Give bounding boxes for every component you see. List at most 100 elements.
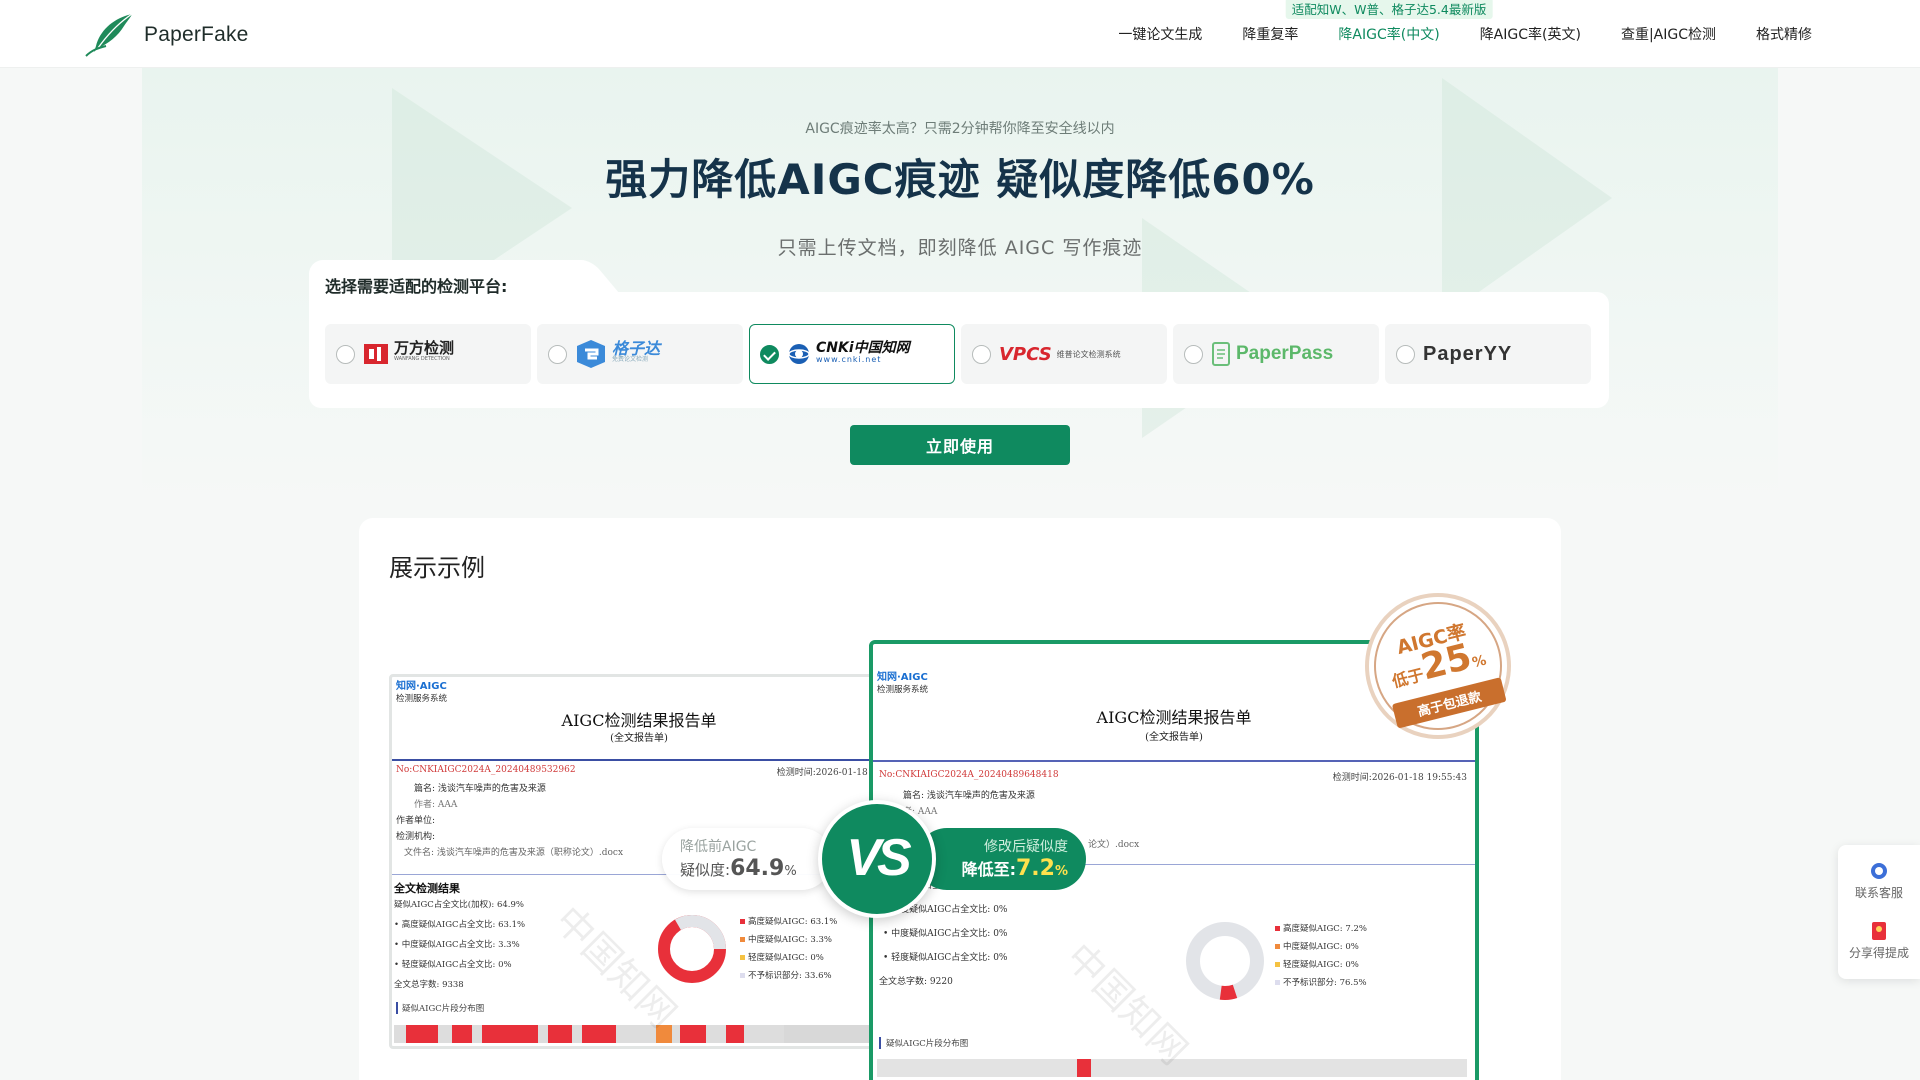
red-packet-icon bbox=[1872, 922, 1886, 940]
radio-icon[interactable] bbox=[336, 344, 355, 364]
platform-sub: WANFANG DETECTION bbox=[394, 356, 450, 362]
wanfang-logo-icon bbox=[364, 344, 388, 364]
stat-line: 疑似AIGC占全文比(加权): 64.9% bbox=[394, 900, 524, 910]
meta-file: 论文）.docx bbox=[1088, 840, 1140, 850]
report-subtitle: (全文报告单) bbox=[1145, 732, 1203, 743]
radio-icon[interactable] bbox=[548, 344, 567, 364]
after-value-label: 降低至: bbox=[961, 860, 1016, 879]
floating-panel: 联系客服 分享得提成 bbox=[1838, 845, 1920, 979]
meta-title: 篇名: 浅谈汽车噪声的危害及来源 bbox=[414, 784, 546, 794]
radio-icon[interactable] bbox=[972, 344, 991, 364]
report-brand-name: 知网·AIGC bbox=[877, 672, 928, 683]
use-now-button[interactable]: 立即使用 bbox=[850, 425, 1070, 465]
stat-line: • 中度疑似AIGC占全文比: 3.3% bbox=[394, 940, 520, 950]
gezida-logo-icon bbox=[577, 340, 605, 368]
platform-option-wanfang[interactable]: 万方检测 WANFANG DETECTION bbox=[325, 324, 531, 384]
report-brand: 知网·AIGC 检测服务系统 bbox=[877, 672, 928, 696]
report-system: 检测服务系统 bbox=[396, 694, 448, 704]
nav-reduce-aigc-en[interactable]: 降AIGC率(英文) bbox=[1480, 24, 1581, 44]
example-title: 展示示例 bbox=[389, 554, 485, 582]
chart-legend: 高度疑似AIGC: 63.1% 中度疑似AIGC: 3.3% 轻度疑似AIGC:… bbox=[740, 913, 837, 985]
meta-unit: 作者单位: bbox=[396, 816, 436, 826]
meta-author: 者: AAA bbox=[903, 807, 938, 817]
nav-reduce-duplicate[interactable]: 降重复率 bbox=[1242, 24, 1298, 44]
divider bbox=[873, 760, 1475, 762]
radio-icon[interactable] bbox=[1396, 344, 1415, 364]
result-section-title: 全文检测结果 bbox=[394, 882, 460, 895]
document-icon bbox=[1212, 342, 1230, 366]
stamp-line2a: 低于 bbox=[1390, 665, 1426, 692]
report-brand-name: 知网·AIGC bbox=[396, 681, 447, 692]
stamp-line2c: % bbox=[1470, 652, 1489, 672]
platform-label: 选择需要适配的检测平台: bbox=[325, 277, 508, 296]
platform-name: 万方检测 bbox=[394, 339, 455, 357]
nav-format-polish[interactable]: 格式精修 bbox=[1756, 24, 1812, 44]
meta-file: 文件名: 浅谈汽车噪声的危害及来源（职称论文）.docx bbox=[404, 848, 624, 858]
watermark: 中国知网 bbox=[1057, 934, 1196, 1074]
brand-logo[interactable]: PaperFake bbox=[84, 12, 249, 58]
wanfang-logo: 万方检测 WANFANG DETECTION bbox=[363, 339, 455, 365]
share-reward-button[interactable]: 分享得提成 bbox=[1838, 921, 1920, 961]
after-value: 7.2 bbox=[1015, 856, 1055, 881]
legend-item: 高度疑似AIGC: 7.2% bbox=[1283, 924, 1367, 934]
after-label: 修改后疑似度 bbox=[984, 839, 1068, 855]
platform-name: CNKi中国知网 bbox=[816, 340, 910, 356]
nav-check-aigc[interactable]: 查重|AIGC检测 bbox=[1621, 24, 1716, 44]
vs-icon: VS bbox=[818, 800, 936, 918]
platform-option-paperyy[interactable]: PaperYY bbox=[1385, 324, 1591, 384]
chart-legend: 高度疑似AIGC: 7.2% 中度疑似AIGC: 0% 轻度疑似AIGC: 0%… bbox=[1275, 920, 1367, 992]
example-section: 展示示例 知网·AIGC 检测服务系统 AIGC检测结果报告单 (全文报告单) … bbox=[359, 518, 1561, 1080]
meta-title: 篇名: 浅谈汽车噪声的危害及来源 bbox=[903, 791, 1035, 801]
nav-reduce-aigc-cn[interactable]: 适配知W、W普、格子达5.4最新版 降AIGC率(中文) bbox=[1285, 0, 1493, 44]
meta-author: 作者: AAA bbox=[414, 800, 458, 810]
after-unit: % bbox=[1054, 864, 1068, 879]
platform-name: VPCS bbox=[999, 343, 1052, 365]
dist-title: 疑似AIGC片段分布图 bbox=[396, 1002, 484, 1014]
platform-list: 万方检测 WANFANG DETECTION 格子达 免费论文检测 CNKi中国… bbox=[325, 324, 1591, 384]
feather-logo-icon bbox=[85, 13, 133, 57]
hero-tagline: AIGC痕迹率太高？只需2分钟帮你降至安全线以内 bbox=[805, 121, 1115, 137]
nav-badge: 适配知W、W普、格子达5.4最新版 bbox=[1285, 0, 1493, 19]
main-nav: 一键论文生成 降重复率 适配知W、W普、格子达5.4最新版 降AIGC率(中文)… bbox=[1118, 0, 1812, 68]
nav-paper-generate[interactable]: 一键论文生成 bbox=[1118, 24, 1202, 44]
paperyy-logo: PaperYY bbox=[1423, 343, 1512, 366]
platform-option-gezida[interactable]: 格子达 免费论文检测 bbox=[537, 324, 743, 384]
legend-item: 轻度疑似AIGC: 0% bbox=[1283, 960, 1359, 970]
legend-item: 中度疑似AIGC: 0% bbox=[1283, 942, 1359, 952]
report-title: AIGC检测结果报告单 bbox=[561, 711, 717, 730]
result-stats: 疑似AIGC占全文比(加权): 64.9% • 高度疑似AIGC占全文比: 63… bbox=[394, 895, 525, 995]
report-system: 检测服务系统 bbox=[877, 685, 929, 695]
before-badge: 降低前AIGC 疑似度:64.9% bbox=[662, 828, 832, 890]
legend-item: 不予标识部分: 33.6% bbox=[748, 971, 832, 981]
stat-line: • 高度疑似AIGC占全文比: 63.1% bbox=[394, 920, 526, 930]
report-meta: 篇名: 浅谈汽车噪声的危害及来源 作者: AAA 作者单位: 检测机构: 文件名… bbox=[396, 781, 623, 861]
checked-radio-icon[interactable] bbox=[760, 344, 779, 364]
hero-title: 强力降低AIGC痕迹 疑似度降低60% bbox=[605, 155, 1315, 204]
meta-org: 检测机构: bbox=[396, 832, 436, 842]
headset-icon bbox=[1871, 863, 1887, 879]
before-value-label: 疑似度: bbox=[680, 861, 731, 879]
donut-chart-icon bbox=[1186, 922, 1264, 1000]
report-brand: 知网·AIGC 检测服务系统 bbox=[396, 681, 447, 705]
contact-service-button[interactable]: 联系客服 bbox=[1838, 861, 1920, 901]
platform-option-paperpass[interactable]: PaperPass bbox=[1173, 324, 1379, 384]
report-time: 检测时间:2026-01-18 14 bbox=[776, 768, 882, 778]
after-badge: 修改后疑似度 降低至:7.2% bbox=[916, 828, 1086, 890]
platform-option-cnki[interactable]: CNKi中国知网 www.cnki.net bbox=[749, 324, 955, 384]
stat-line: 全文总字数: 9338 bbox=[394, 980, 464, 990]
legend-item: 高度疑似AIGC: 63.1% bbox=[748, 917, 838, 927]
platform-name: PaperYY bbox=[1423, 342, 1513, 365]
legend-item: 不予标识部分: 76.5% bbox=[1283, 978, 1367, 988]
paperpass-logo: PaperPass bbox=[1211, 341, 1333, 367]
vpcs-logo: VPCS 维普论文检测系统 bbox=[999, 344, 1121, 365]
top-header: PaperFake 一键论文生成 降重复率 适配知W、W普、格子达5.4最新版 … bbox=[0, 0, 1920, 68]
platform-name: PaperPass bbox=[1236, 343, 1334, 364]
before-unit: % bbox=[784, 864, 797, 879]
platform-option-vpcs[interactable]: VPCS 维普论文检测系统 bbox=[961, 324, 1167, 384]
report-number: No:CNKIAIGC2024A_20240489648418 bbox=[879, 770, 1059, 780]
radio-icon[interactable] bbox=[1184, 344, 1203, 364]
report-subtitle: (全文报告单) bbox=[610, 733, 668, 744]
stat-line: 全文总字数: 9220 bbox=[879, 977, 953, 987]
platform-name: 格子达 bbox=[612, 339, 661, 358]
hero-subtitle: 只需上传文档，即刻降低 AIGC 写作痕迹 bbox=[777, 237, 1143, 259]
